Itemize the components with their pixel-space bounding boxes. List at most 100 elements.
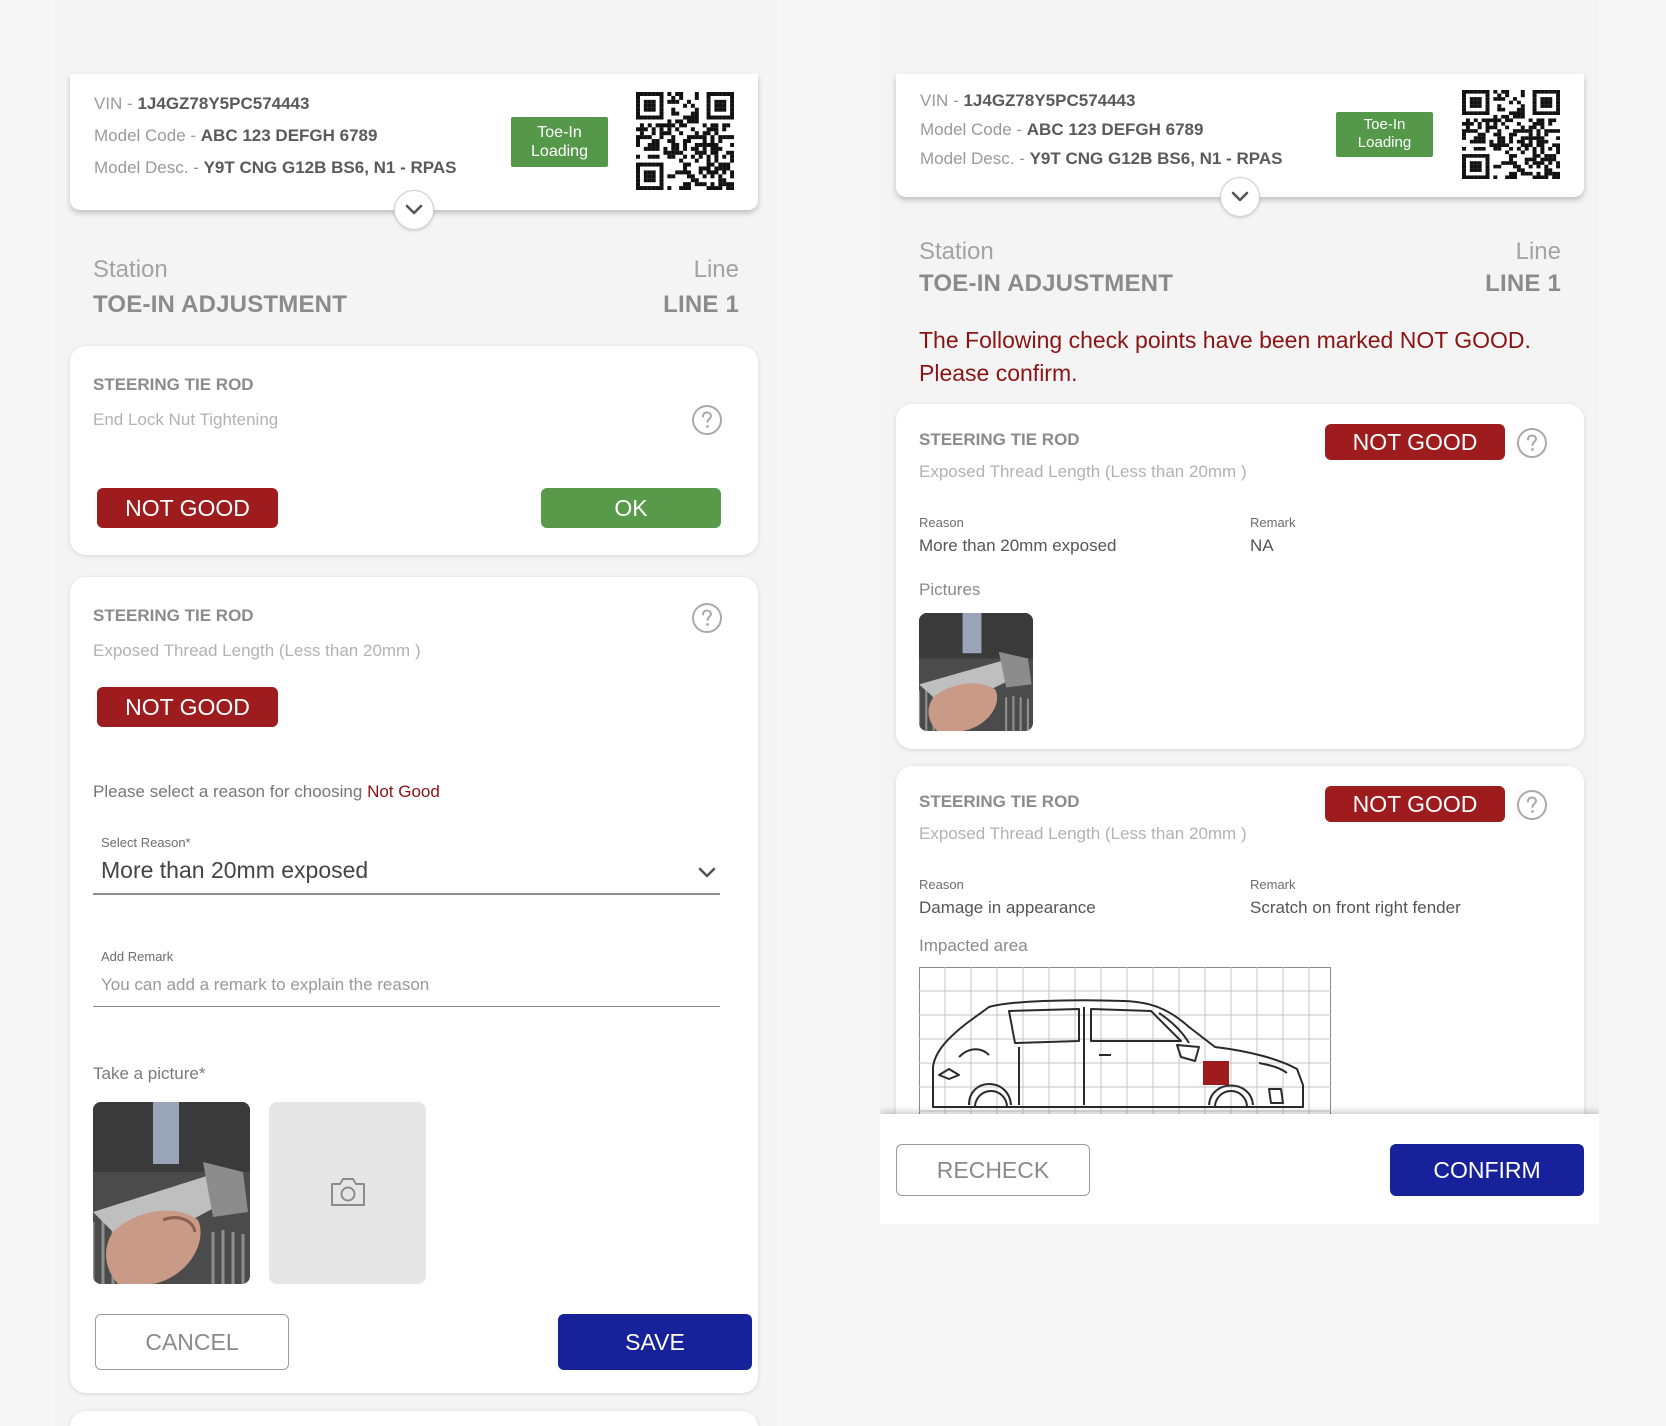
model-code-row: Model Code - ABC 123 DEFGH 6789 [94,126,377,146]
add-photo-button[interactable] [269,1102,426,1284]
model-desc-value: Y9T CNG G12B BS6, N1 - RPAS [1029,149,1283,168]
line-label: Line [1515,238,1561,265]
reason-value: Damage in appearance [919,898,1096,917]
station-value: TOE-IN ADJUSTMENT [919,270,1174,297]
model-desc-label: Model Desc. - [94,158,204,177]
warning-line-2: Please confirm. [919,360,1078,386]
impacted-area-label: Impacted area [919,936,1028,955]
checkpoint-description: Exposed Thread Length (Less than 20mm ) [93,641,421,660]
confirm-button[interactable]: CONFIRM [1390,1144,1584,1196]
model-code-label: Model Code - [920,120,1027,139]
expand-vehicle-info-button[interactable] [394,190,434,230]
reason-prompt-text: Please select a reason for choosing [93,782,368,801]
checkpoint-title: STEERING TIE ROD [93,606,254,625]
model-code-label: Model Code - [94,126,201,145]
checkpoint-card [70,1411,758,1426]
captured-photo-thumbnail[interactable] [93,1102,250,1284]
checkpoint-description: End Lock Nut Tightening [93,410,279,429]
remark-label: Remark [1250,877,1296,892]
action-footer: RECHECK CONFIRM [880,1114,1599,1224]
help-icon[interactable] [1516,789,1548,821]
model-code-value: ABC 123 DEFGH 6789 [200,126,378,145]
help-icon[interactable] [691,404,723,436]
inspection-screen: VIN - 1J4GZ78Y5PC574443 Model Code - ABC… [54,0,777,1426]
select-underline [93,893,720,895]
ok-button[interactable]: OK [541,488,721,528]
not-good-status-badge: NOT GOOD [1325,786,1505,822]
reason-value: More than 20mm exposed [919,536,1117,555]
not-good-button-selected[interactable]: NOT GOOD [97,687,278,727]
remark-value: Scratch on front right fender [1250,898,1461,917]
not-good-item-card: STEERING TIE ROD Exposed Thread Length (… [896,766,1584,1167]
impacted-area-marker [1203,1061,1229,1085]
chevron-down-icon [1231,191,1249,202]
chevron-down-icon [405,204,423,215]
reason-label: Reason [919,877,964,892]
warning-line-1: The Following check points have been mar… [919,327,1531,353]
checkpoint-card: STEERING TIE ROD End Lock Nut Tightening… [70,346,758,555]
reason-label: Reason [919,515,964,530]
badge-line2: Loading [1357,134,1412,151]
process-badge: Toe-In Loading [511,117,608,167]
line-value: LINE 1 [1485,270,1561,297]
photo-image [919,613,1033,731]
checkpoint-title: STEERING TIE ROD [919,430,1080,449]
line-value: LINE 1 [663,291,739,318]
not-good-warning: The Following check points have been mar… [919,324,1531,390]
take-picture-label: Take a picture* [93,1064,206,1083]
checkpoint-title: STEERING TIE ROD [919,792,1080,811]
reason-prompt-emphasis: Not Good [367,782,440,801]
confirm-not-good-screen: VIN - 1J4GZ78Y5PC574443 Model Code - ABC… [880,0,1599,1224]
expand-vehicle-info-button[interactable] [1220,177,1260,217]
vin-row: VIN - 1J4GZ78Y5PC574443 [920,91,1135,111]
help-icon[interactable] [691,602,723,634]
checkpoint-description: Exposed Thread Length (Less than 20mm ) [919,462,1247,481]
remark-input[interactable]: You can add a remark to explain the reas… [93,971,720,1007]
model-code-value: ABC 123 DEFGH 6789 [1026,120,1204,139]
qr-code-icon [1462,90,1560,179]
station-label: Station [919,238,994,265]
badge-line2: Loading [531,143,588,160]
qr-code-icon [636,92,734,190]
badge-line1: Toe-In [1363,116,1406,133]
remark-underline [93,1005,720,1007]
select-reason-dropdown[interactable]: More than 20mm exposed [93,853,720,895]
photo-image [93,1102,250,1284]
checkpoint-card-expanded: STEERING TIE ROD Exposed Thread Length (… [70,577,758,1393]
vin-label: VIN - [920,91,964,110]
vin-value: 1J4GZ78Y5PC574443 [137,94,310,113]
process-badge: Toe-In Loading [1336,112,1433,157]
photo-thumbnail[interactable] [919,613,1033,731]
remark-value: NA [1250,536,1274,555]
not-good-status-badge: NOT GOOD [1325,424,1505,460]
model-desc-label: Model Desc. - [920,149,1030,168]
badge-line1: Toe-In [537,124,582,141]
checkpoint-description: Exposed Thread Length (Less than 20mm ) [919,824,1247,843]
station-value: TOE-IN ADJUSTMENT [93,291,348,318]
not-good-item-card: STEERING TIE ROD Exposed Thread Length (… [896,404,1584,749]
cancel-button[interactable]: CANCEL [95,1314,289,1370]
line-label: Line [693,256,739,283]
model-code-row: Model Code - ABC 123 DEFGH 6789 [920,120,1203,140]
vin-label: VIN - [94,94,138,113]
model-desc-row: Model Desc. - Y9T CNG G12B BS6, N1 - RPA… [920,149,1282,169]
vin-value: 1J4GZ78Y5PC574443 [963,91,1136,110]
help-icon[interactable] [1516,427,1548,459]
remark-placeholder: You can add a remark to explain the reas… [101,975,430,994]
model-desc-value: Y9T CNG G12B BS6, N1 - RPAS [203,158,457,177]
camera-icon [331,1178,365,1206]
model-desc-row: Model Desc. - Y9T CNG G12B BS6, N1 - RPA… [94,158,456,178]
checkpoint-title: STEERING TIE ROD [93,375,254,394]
select-reason-value: More than 20mm exposed [101,857,369,883]
chevron-down-icon [698,867,716,878]
save-button[interactable]: SAVE [558,1314,752,1370]
select-reason-label: Select Reason* [101,835,191,850]
not-good-button[interactable]: NOT GOOD [97,488,278,528]
add-remark-label: Add Remark [101,949,174,964]
reason-prompt: Please select a reason for choosing Not … [93,782,440,802]
vin-row: VIN - 1J4GZ78Y5PC574443 [94,94,309,114]
station-label: Station [93,256,168,283]
pictures-label: Pictures [919,580,981,599]
remark-label: Remark [1250,515,1296,530]
recheck-button[interactable]: RECHECK [896,1144,1090,1196]
